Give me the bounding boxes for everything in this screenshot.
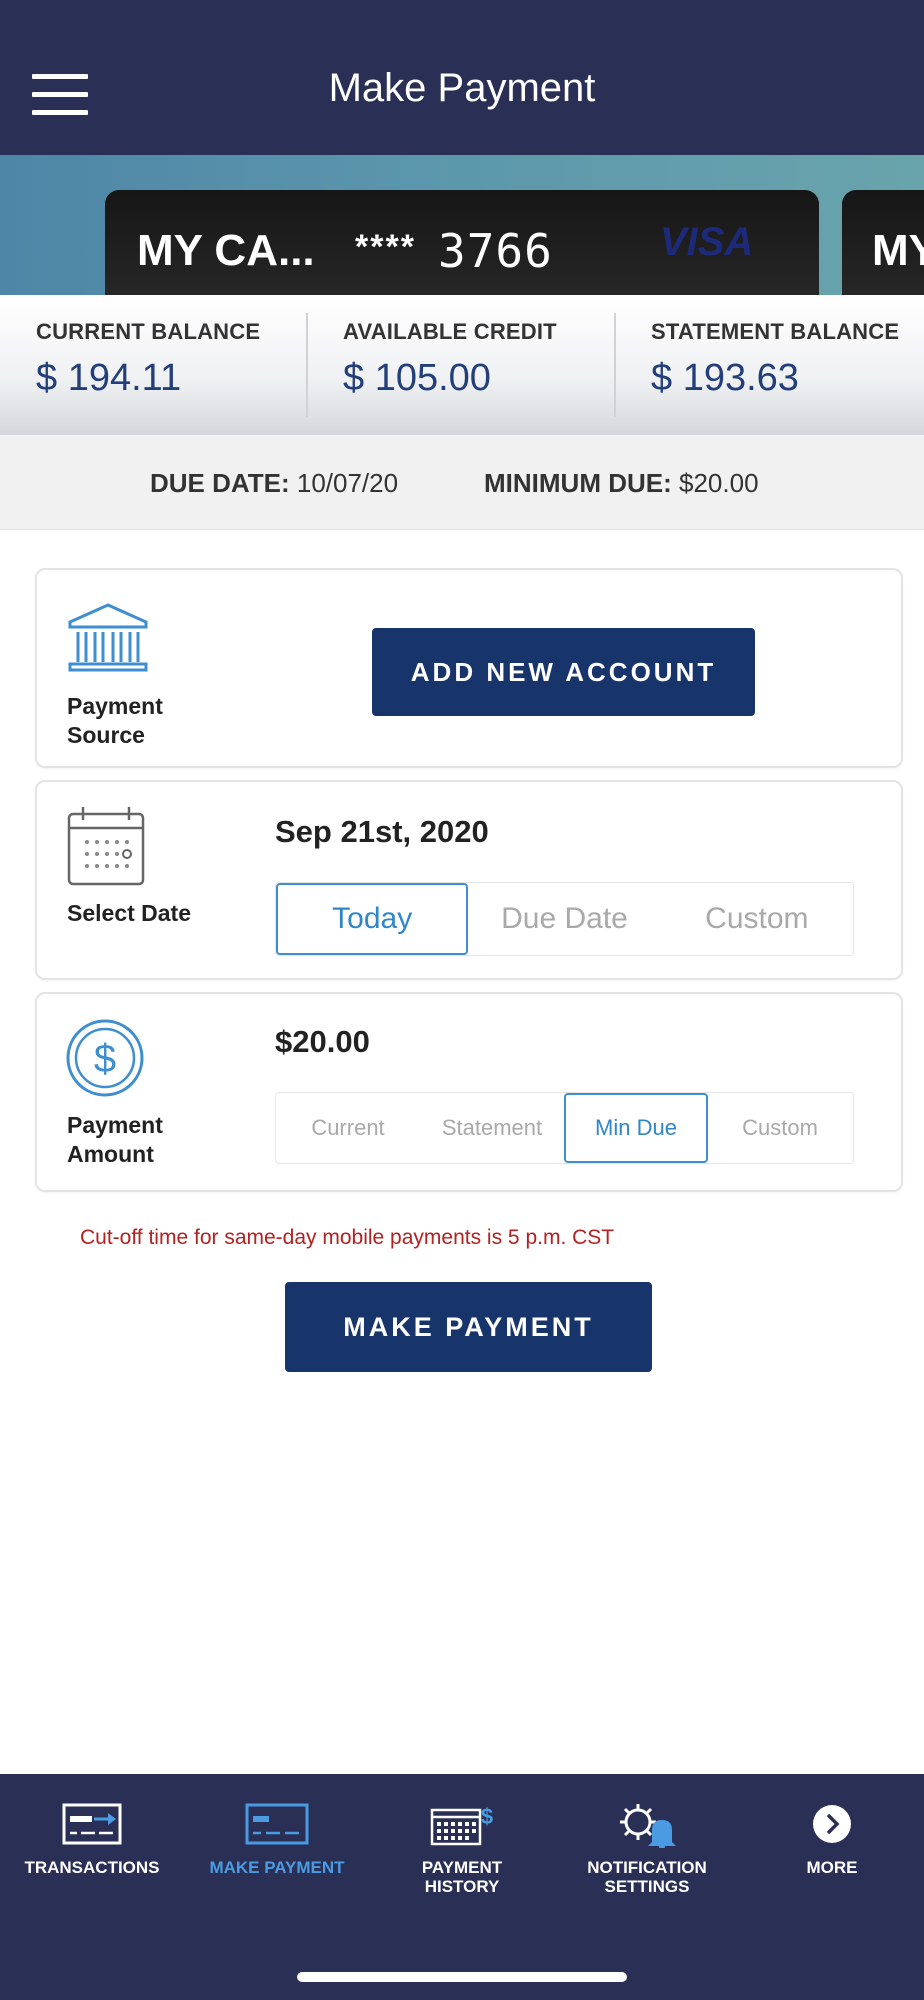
card-last4: 3766: [438, 224, 553, 278]
select-date-label: Select Date: [67, 900, 192, 926]
visa-logo: VISA: [660, 220, 754, 264]
cutoff-notice: Cut-off time for same-day mobile payment…: [80, 1226, 615, 1249]
minimum-due-label: MINIMUM DUE:: [484, 468, 672, 498]
minimum-due: MINIMUM DUE: $20.00: [484, 468, 759, 499]
bank-icon: [65, 602, 151, 679]
current-balance-label: CURRENT BALANCE: [36, 319, 261, 344]
tab-notification-settings-label: NOTIFICATION SETTINGS: [555, 1858, 739, 1896]
tab-label-line1: TRANSACTIONS: [24, 1858, 160, 1877]
amount-segmented-control[interactable]: Current Statement Min Due Custom: [275, 1092, 854, 1164]
tab-label-line2: SETTINGS: [604, 1877, 690, 1896]
date-option-custom[interactable]: Custom: [661, 883, 853, 955]
divider: [306, 313, 308, 417]
page-title: Make Payment: [328, 66, 596, 110]
minimum-due-value: $20.00: [679, 468, 759, 498]
credit-card-current[interactable]: MY CA... **** 3766 VISA: [105, 190, 819, 295]
card-next-name: MY: [872, 226, 924, 275]
due-date-value: 10/07/20: [296, 468, 399, 498]
divider: [614, 313, 616, 417]
tab-more-label: MORE: [740, 1858, 924, 1877]
dollar-icon: $: [65, 1016, 145, 1105]
calendar-icon[interactable]: [65, 804, 147, 893]
available-credit-label: AVAILABLE CREDIT: [343, 319, 557, 344]
current-balance: CURRENT BALANCE $ 194.11: [36, 319, 260, 400]
card-mask: ****: [355, 228, 416, 266]
transactions-icon: [0, 1796, 184, 1852]
svg-text:$: $: [481, 1804, 493, 1829]
payment-history-icon: $: [370, 1796, 554, 1852]
tab-label-line2: HISTORY: [424, 1877, 500, 1896]
tab-label-line1: MAKE PAYMENT: [209, 1858, 345, 1877]
statement-balance-label: STATEMENT BALANCE: [651, 319, 900, 344]
payment-source-panel: Payment Source ADD NEW ACCOUNT: [35, 568, 903, 768]
credit-card-next[interactable]: MY: [842, 190, 924, 295]
card-carousel[interactable]: MY CA... **** 3766 VISA MY: [0, 155, 924, 295]
payment-source-label: Payment Source: [67, 692, 163, 750]
bottom-tab-bar: TRANSACTIONS MAKE PAYMENT $ PAYMENT HIST…: [0, 1774, 924, 2000]
payment-amount-panel: $ Payment Amount $20.00 Current Statemen…: [35, 992, 903, 1192]
tab-transactions-label: TRANSACTIONS: [0, 1858, 184, 1877]
add-new-account-button[interactable]: ADD NEW ACCOUNT: [372, 628, 755, 716]
notification-settings-icon: [555, 1796, 739, 1852]
make-payment-icon: [185, 1796, 369, 1852]
tab-label-line1: NOTIFICATION: [587, 1858, 707, 1877]
tab-label-line1: PAYMENT: [421, 1858, 503, 1877]
app-header: Make Payment: [0, 0, 924, 155]
due-date: DUE DATE: 10/07/20: [150, 468, 398, 499]
amount-option-min-due[interactable]: Min Due: [564, 1093, 708, 1163]
date-segmented-control[interactable]: Today Due Date Custom: [275, 882, 854, 956]
make-payment-button[interactable]: MAKE PAYMENT: [285, 1282, 652, 1372]
payment-amount-label-line1: Payment: [67, 1112, 163, 1138]
tab-notification-settings[interactable]: NOTIFICATION SETTINGS: [555, 1796, 739, 1896]
card-name: MY CA...: [137, 226, 315, 275]
tab-transactions[interactable]: TRANSACTIONS: [0, 1796, 184, 1877]
select-date-panel: Select Date Sep 21st, 2020 Today Due Dat…: [35, 780, 903, 980]
current-balance-value: $ 194.11: [36, 357, 182, 399]
payment-amount-label-line2: Amount: [67, 1141, 154, 1167]
date-option-due-date[interactable]: Due Date: [468, 883, 660, 955]
payment-amount-label: Payment Amount: [67, 1111, 163, 1169]
payment-amount-value: $20.00: [275, 1024, 370, 1059]
balance-summary: CURRENT BALANCE $ 194.11 AVAILABLE CREDI…: [0, 295, 924, 435]
tab-more[interactable]: MORE: [740, 1796, 924, 1877]
available-credit-value: $ 105.00: [343, 357, 491, 399]
available-credit: AVAILABLE CREDIT $ 105.00: [343, 319, 557, 400]
due-date-label: DUE DATE:: [150, 468, 290, 498]
amount-option-statement[interactable]: Statement: [420, 1093, 564, 1163]
amount-option-current[interactable]: Current: [276, 1093, 420, 1163]
more-icon: [740, 1796, 924, 1852]
tab-payment-history[interactable]: $ PAYMENT HISTORY: [370, 1796, 554, 1896]
tab-make-payment-label: MAKE PAYMENT: [185, 1858, 369, 1877]
tab-payment-history-label: PAYMENT HISTORY: [370, 1858, 554, 1896]
date-option-today[interactable]: Today: [276, 883, 469, 955]
statement-balance: STATEMENT BALANCE $ 193.63: [651, 319, 899, 400]
amount-option-custom[interactable]: Custom: [708, 1093, 852, 1163]
due-info: DUE DATE: 10/07/20 MINIMUM DUE: $20.00: [0, 435, 924, 530]
payment-source-label-line1: Payment: [67, 693, 163, 719]
statement-balance-value: $ 193.63: [651, 357, 799, 399]
tab-make-payment[interactable]: MAKE PAYMENT: [185, 1796, 369, 1877]
selected-date-value: Sep 21st, 2020: [275, 814, 489, 849]
svg-text:$: $: [94, 1037, 116, 1081]
home-indicator[interactable]: [297, 1972, 627, 1982]
tab-label-line1: MORE: [806, 1858, 858, 1877]
payment-source-label-line2: Source: [67, 722, 145, 748]
